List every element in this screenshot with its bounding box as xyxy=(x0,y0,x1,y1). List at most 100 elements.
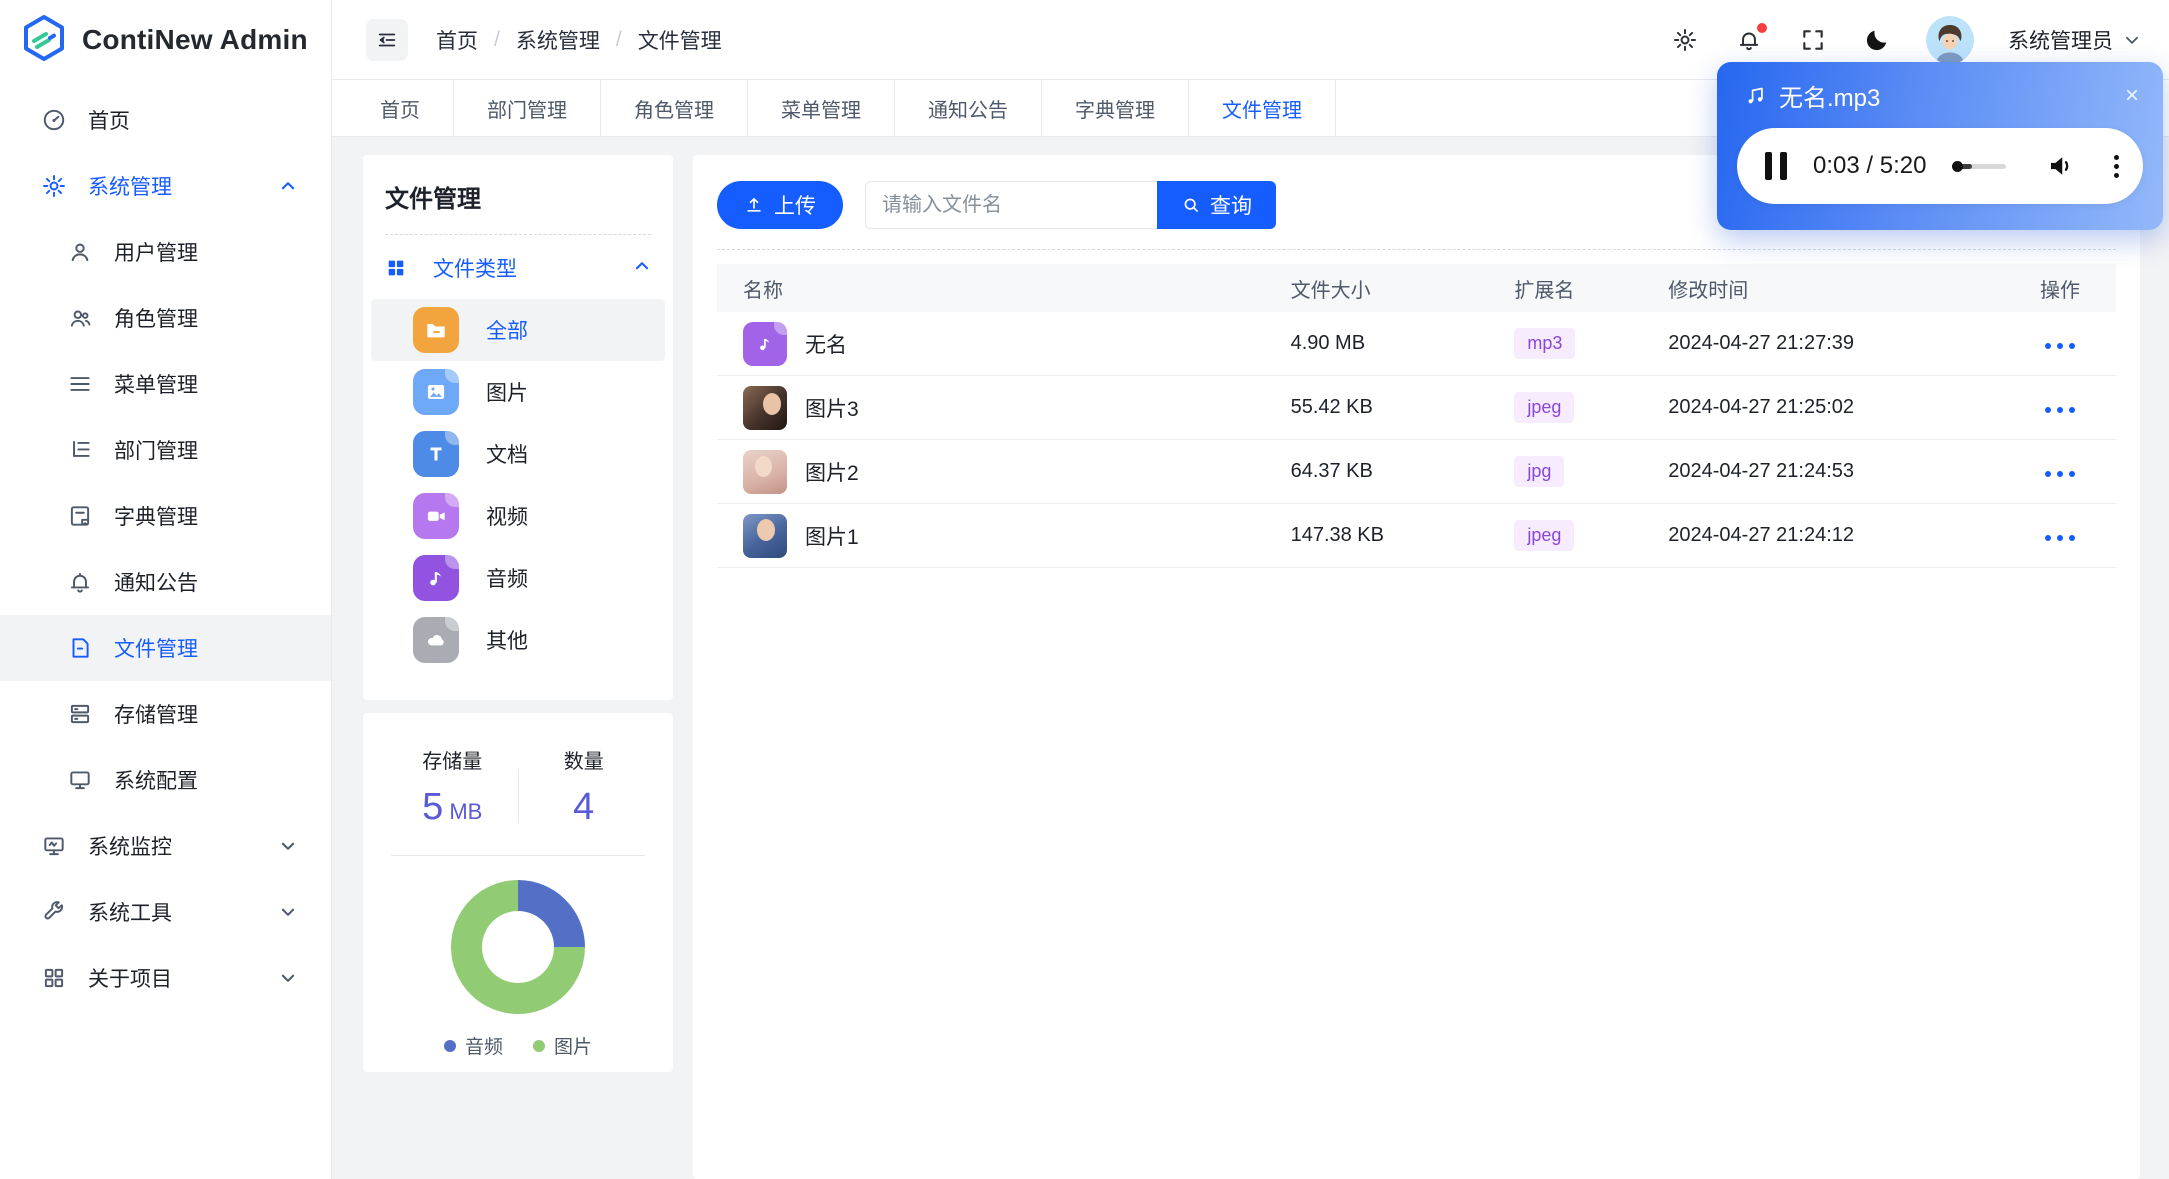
user-menu[interactable]: 系统管理员 xyxy=(2008,25,2141,55)
monitor-icon xyxy=(66,766,94,794)
file-type-all[interactable]: 全部 xyxy=(371,299,665,361)
file-type-image[interactable]: 图片 xyxy=(371,361,665,423)
sidebar-item-label: 文件管理 xyxy=(114,638,198,661)
sidebar-item-notice[interactable]: 通知公告 xyxy=(0,549,331,615)
query-button[interactable]: 查询 xyxy=(1157,181,1276,229)
row-actions-button[interactable] xyxy=(2039,465,2081,483)
dark-mode-moon-icon[interactable] xyxy=(1862,25,1892,55)
breadcrumb-item-system[interactable]: 系统管理 xyxy=(516,25,600,55)
sidebar-item-department-management[interactable]: 部门管理 xyxy=(0,417,331,483)
modified-time: 2024-04-27 21:25:02 xyxy=(1668,396,1854,418)
sidebar-item-user-management[interactable]: 用户管理 xyxy=(0,219,331,285)
volume-icon[interactable] xyxy=(2046,151,2076,181)
audio-file-thumbnail xyxy=(743,321,787,366)
tab-menu[interactable]: 菜单管理 xyxy=(748,80,895,136)
storage-donut xyxy=(451,880,585,1014)
sidebar-item-dict-management[interactable]: 字典管理 xyxy=(0,483,331,549)
modified-time: 2024-04-27 21:24:53 xyxy=(1668,460,1854,482)
more-options-icon[interactable] xyxy=(2106,151,2127,182)
tabs-left-pad xyxy=(332,80,347,136)
pause-button[interactable] xyxy=(1765,152,1787,180)
sidebar-item-home[interactable]: 首页 xyxy=(0,87,331,153)
row-actions-button[interactable] xyxy=(2039,529,2081,547)
grid-icon xyxy=(40,964,68,992)
user-avatar[interactable] xyxy=(1926,15,1974,64)
ext-badge: jpeg xyxy=(1514,392,1575,423)
row-actions-button[interactable] xyxy=(2039,401,2081,419)
sidebar-item-about-project[interactable]: 关于项目 xyxy=(0,945,331,1011)
file-name[interactable]: 图片3 xyxy=(805,393,859,423)
search-input[interactable] xyxy=(865,181,1157,229)
file-size: 64.37 KB xyxy=(1290,460,1373,482)
file-type-group-toggle[interactable]: 文件类型 xyxy=(385,239,651,297)
upload-button[interactable]: 上传 xyxy=(717,181,843,229)
file-name[interactable]: 图片2 xyxy=(805,457,859,487)
file-table: 名称 文件大小 扩展名 修改时间 操作 无名 4.90 MB mp3 2024-… xyxy=(717,264,2116,568)
playback-time: 0:03 / 5:20 xyxy=(1813,152,1927,179)
legend-dot xyxy=(533,1039,545,1052)
tab-notice[interactable]: 通知公告 xyxy=(895,80,1042,136)
music-note-icon xyxy=(1743,84,1767,108)
tab-department[interactable]: 部门管理 xyxy=(454,80,601,136)
file-type-label: 音频 xyxy=(486,568,528,591)
breadcrumb-item-home[interactable]: 首页 xyxy=(436,25,478,55)
file-type-label: 视频 xyxy=(486,506,528,529)
tab-home[interactable]: 首页 xyxy=(347,80,454,136)
wrench-icon xyxy=(40,898,68,926)
legend-item-image[interactable]: 图片 xyxy=(533,1032,592,1059)
sidebar-item-label: 通知公告 xyxy=(114,572,198,595)
chevron-up-icon xyxy=(279,177,297,195)
sidebar-collapse-button[interactable] xyxy=(366,18,408,61)
sidebar-item-system-monitor[interactable]: 系统监控 xyxy=(0,813,331,879)
table-row[interactable]: 图片1 147.38 KB jpeg 2024-04-27 21:24:12 xyxy=(717,504,2116,568)
sidebar-item-system-config[interactable]: 系统配置 xyxy=(0,747,331,813)
sidebar-item-system-tools[interactable]: 系统工具 xyxy=(0,879,331,945)
storage-chart xyxy=(387,880,649,1014)
sidebar-item-system-management[interactable]: 系统管理 xyxy=(0,153,331,219)
tab-file-management[interactable]: 文件管理 xyxy=(1189,80,1336,136)
modified-time: 2024-04-27 21:24:12 xyxy=(1668,524,1854,546)
tab-role[interactable]: 角色管理 xyxy=(601,80,748,136)
file-type-video[interactable]: 视频 xyxy=(371,485,665,547)
sidebar-item-label: 系统配置 xyxy=(114,770,198,793)
table-row[interactable]: 图片3 55.42 KB jpeg 2024-04-27 21:25:02 xyxy=(717,376,2116,440)
tree-icon xyxy=(66,436,94,464)
legend-item-audio[interactable]: 音频 xyxy=(443,1032,503,1059)
table-row[interactable]: 无名 4.90 MB mp3 2024-04-27 21:27:39 xyxy=(717,312,2116,376)
app-window: ContiNew Admin 首页 系统管理 用户管理 角色管理 菜单管理 部门… xyxy=(0,0,2169,1179)
upload-icon xyxy=(747,198,761,212)
sidebar-menu: 首页 系统管理 用户管理 角色管理 菜单管理 部门管理 字典管理 通知公告 文件… xyxy=(0,80,331,1011)
file-type-audio[interactable]: 音频 xyxy=(371,547,665,609)
column-header-size: 文件大小 xyxy=(1290,279,1371,302)
sidebar-item-label: 部门管理 xyxy=(114,440,198,463)
video-file-icon xyxy=(413,493,459,539)
column-header-ext: 扩展名 xyxy=(1514,279,1575,302)
file-type-document[interactable]: 文档 xyxy=(371,423,665,485)
count-value: 4 xyxy=(573,786,595,828)
sidebar-item-menu-management[interactable]: 菜单管理 xyxy=(0,351,331,417)
sidebar-item-file-management[interactable]: 文件管理 xyxy=(0,615,331,681)
header-actions: 系统管理员 xyxy=(1670,15,2169,64)
notification-bell-icon[interactable] xyxy=(1734,22,1767,55)
search-group: 查询 xyxy=(865,181,1276,229)
file-name[interactable]: 无名 xyxy=(805,329,847,359)
settings-gear-icon[interactable] xyxy=(1670,25,1700,55)
close-icon[interactable]: × xyxy=(2125,83,2139,108)
fullscreen-icon[interactable] xyxy=(1798,25,1828,55)
file-name[interactable]: 图片1 xyxy=(805,521,859,551)
ext-badge: jpeg xyxy=(1514,520,1575,551)
sidebar-item-label: 菜单管理 xyxy=(114,374,198,397)
file-icon xyxy=(66,634,94,662)
seek-bar-knob[interactable] xyxy=(1952,160,1964,172)
brand[interactable]: ContiNew Admin xyxy=(0,0,331,80)
file-list-panel: 上传 查询 名称 文件大小 扩展名 修改时间 操作 xyxy=(693,155,2140,1179)
users-icon xyxy=(66,304,94,332)
tab-dict[interactable]: 字典管理 xyxy=(1042,80,1189,136)
row-actions-button[interactable] xyxy=(2039,337,2081,355)
file-type-other[interactable]: 其他 xyxy=(371,609,665,671)
file-type-label: 文档 xyxy=(486,444,528,467)
seek-bar[interactable] xyxy=(1952,160,2006,172)
table-row[interactable]: 图片2 64.37 KB jpg 2024-04-27 21:24:53 xyxy=(717,440,2116,504)
sidebar-item-role-management[interactable]: 角色管理 xyxy=(0,285,331,351)
sidebar-item-storage-management[interactable]: 存储管理 xyxy=(0,681,331,747)
